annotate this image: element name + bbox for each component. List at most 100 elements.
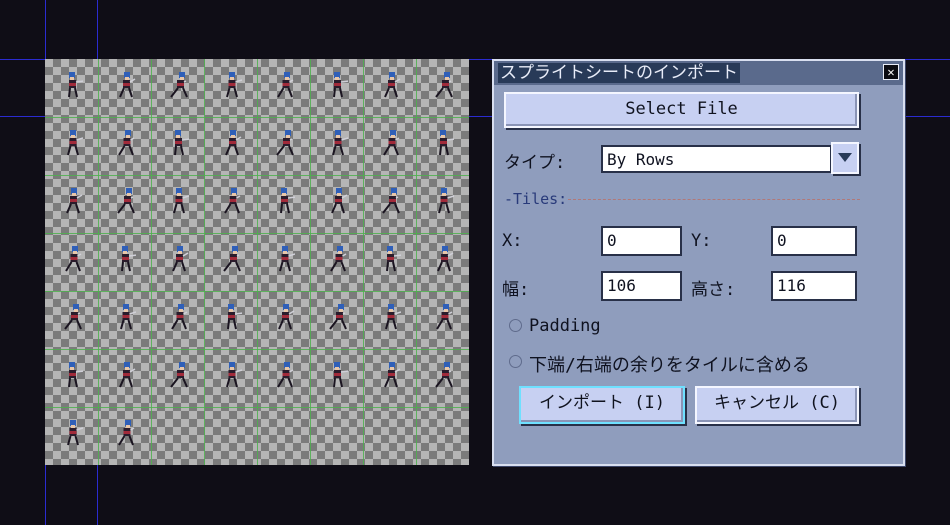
padding-label: Padding (529, 316, 601, 336)
character-sprite-icon (383, 130, 400, 156)
sprite-frame (98, 291, 151, 349)
character-sprite-icon (119, 362, 136, 388)
character-sprite-icon (225, 130, 242, 156)
tile-width-input[interactable]: 106 (601, 271, 682, 301)
character-sprite-icon (436, 304, 453, 330)
tiles-group-label: -Tiles: (504, 190, 568, 208)
character-sprite-icon (386, 246, 401, 272)
sprite-frame (45, 59, 98, 117)
sprite-frame (45, 233, 98, 291)
character-sprite-icon (171, 304, 188, 330)
type-dropdown-button[interactable] (831, 142, 859, 174)
sprite-frame (416, 59, 469, 117)
character-sprite-icon (382, 188, 400, 214)
character-sprite-icon (68, 72, 83, 98)
import-button[interactable]: インポート (I) (519, 386, 685, 424)
sprite-frame (416, 349, 469, 407)
character-sprite-icon (333, 362, 348, 388)
sprite-frame (45, 349, 98, 407)
character-sprite-icon (173, 188, 189, 214)
include-remainder-label: 下端/右端の余りをタイルに含める (529, 355, 810, 376)
sprite-frame (151, 349, 204, 407)
chevron-down-icon (838, 153, 852, 162)
character-sprite-icon (439, 130, 454, 156)
character-sprite-icon (66, 188, 83, 214)
sprite-frame (151, 117, 204, 175)
character-sprite-icon (276, 130, 294, 156)
character-sprite-icon (437, 246, 454, 272)
character-sprite-icon (117, 188, 135, 214)
character-sprite-icon (384, 362, 401, 388)
character-sprite-icon (67, 130, 83, 156)
sprite-frame (257, 349, 310, 407)
character-sprite-icon (329, 304, 347, 330)
sprite-frame (257, 291, 310, 349)
sprite-frame (45, 117, 98, 175)
sprite-frame (98, 117, 151, 175)
sprite-frame (310, 291, 363, 349)
sprite-frame (416, 291, 469, 349)
character-sprite-icon (278, 304, 295, 330)
select-file-button[interactable]: Select File (504, 92, 859, 128)
sprite-frame (204, 349, 257, 407)
sprite-frame (363, 233, 416, 291)
sprite-frame (416, 175, 469, 233)
cancel-button[interactable]: キャンセル (C) (695, 386, 859, 424)
character-sprite-icon (277, 72, 294, 98)
sprite-frame (363, 291, 416, 349)
sprite-frame (310, 233, 363, 291)
height-label: 高さ: (691, 280, 736, 300)
include-remainder-checkbox[interactable] (509, 355, 522, 368)
character-sprite-icon (118, 130, 135, 156)
sprite-frame (151, 291, 204, 349)
sprite-frame (310, 175, 363, 233)
tile-height-input[interactable]: 116 (771, 271, 857, 301)
sprite-frame (151, 233, 204, 291)
dialog-title: スプライトシートのインポート (498, 63, 740, 83)
sprite-frame (310, 117, 363, 175)
sprite-frame (204, 233, 257, 291)
sprite-frame (416, 117, 469, 175)
padding-checkbox[interactable] (509, 319, 522, 332)
character-sprite-icon (64, 304, 82, 330)
character-sprite-icon (331, 188, 348, 214)
sprite-frame (257, 117, 310, 175)
sprite-frame (98, 59, 151, 117)
y-offset-input[interactable]: 0 (771, 226, 857, 256)
sprite-sheet-canvas[interactable] (45, 59, 469, 465)
sprite-frame (45, 175, 98, 233)
character-sprite-icon (385, 304, 401, 330)
sprite-frame (257, 59, 310, 117)
dialog-titlebar[interactable]: スプライトシートのインポート ✕ (494, 61, 903, 85)
character-sprite-icon (330, 246, 347, 272)
sprite-frame (204, 291, 257, 349)
character-sprite-icon (223, 246, 241, 272)
type-label: タイプ: (504, 153, 566, 173)
character-sprite-icon (435, 362, 453, 388)
sprite-frame (204, 59, 257, 117)
character-sprite-icon (277, 362, 294, 388)
character-sprite-icon (435, 72, 453, 98)
sprite-frame (363, 59, 416, 117)
sprite-frame (98, 407, 151, 465)
character-sprite-icon (172, 246, 189, 272)
x-offset-input[interactable]: 0 (601, 226, 682, 256)
character-sprite-icon (170, 362, 188, 388)
character-sprite-icon (227, 304, 242, 330)
character-sprite-icon (333, 72, 348, 98)
character-sprite-icon (438, 188, 454, 214)
close-icon[interactable]: ✕ (883, 64, 899, 80)
sprite-frame (98, 233, 151, 291)
sprite-frame (45, 407, 98, 465)
character-sprite-icon (121, 246, 136, 272)
import-spritesheet-dialog: スプライトシートのインポート ✕ Select File タイプ: By Row… (492, 59, 905, 466)
sprite-frame (310, 59, 363, 117)
sprite-frame (363, 175, 416, 233)
y-label: Y: (691, 231, 712, 251)
character-sprite-icon (67, 420, 83, 446)
sprite-frame (310, 349, 363, 407)
sprite-frame (363, 349, 416, 407)
character-sprite-icon (224, 188, 241, 214)
type-select[interactable]: By Rows (601, 145, 832, 173)
sprite-frame (257, 233, 310, 291)
